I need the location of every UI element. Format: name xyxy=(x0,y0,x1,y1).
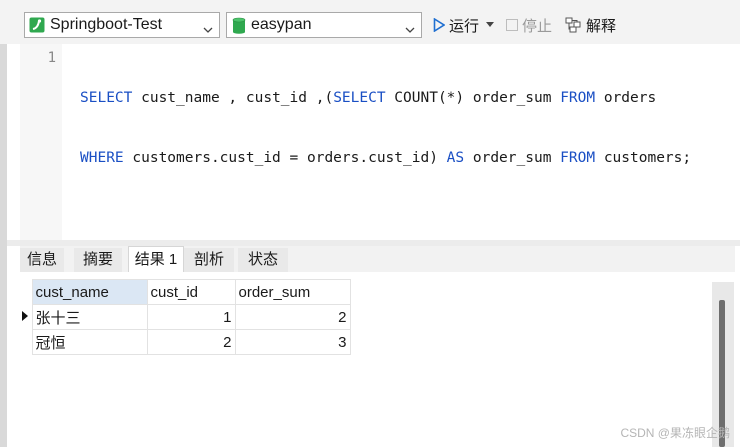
header-row: cust_name cust_id order_sum xyxy=(20,279,351,305)
sql-text: customers.cust_id = orders.cust_id) xyxy=(123,150,447,166)
row-indicator xyxy=(20,329,33,355)
stop-button[interactable]: 停止 xyxy=(506,12,552,38)
run-dropdown-icon[interactable] xyxy=(486,22,498,28)
line-number: 1 xyxy=(47,50,56,66)
run-label: 运行 xyxy=(449,17,480,35)
sql-text: orders xyxy=(595,90,657,106)
cell-order-sum[interactable]: 2 xyxy=(234,304,351,330)
tab-status[interactable]: 状态 xyxy=(238,248,288,272)
stop-label: 停止 xyxy=(522,17,553,35)
sql-editor[interactable]: 1 SELECT cust_name , cust_id ,(SELECT CO… xyxy=(20,44,735,240)
connection-icon xyxy=(29,17,45,33)
tab-profile[interactable]: 剖析 xyxy=(184,248,234,272)
connection-label: Springboot-Test xyxy=(50,16,163,33)
vertical-scrollbar[interactable] xyxy=(712,282,734,447)
tab-info[interactable]: 信息 xyxy=(20,248,64,272)
sql-keyword: SELECT xyxy=(333,90,386,106)
tab-result-1[interactable]: 结果 1 xyxy=(128,246,184,273)
table-row[interactable]: 冠恒 2 3 xyxy=(20,329,351,355)
sql-keyword: FROM xyxy=(560,150,596,166)
column-header-cust-id[interactable]: cust_id xyxy=(146,279,236,305)
run-button[interactable]: 运行 xyxy=(433,12,498,38)
code-line-2: WHERE customers.cust_id = orders.cust_id… xyxy=(80,148,691,168)
sql-text: cust_name , cust_id ,( xyxy=(132,90,334,106)
stop-icon xyxy=(506,19,518,31)
cell-order-sum[interactable]: 3 xyxy=(234,329,351,355)
cell-cust-id[interactable]: 2 xyxy=(146,329,236,355)
explain-button[interactable]: 解释 xyxy=(565,12,616,38)
result-tabs: 信息 摘要 结果 1 剖析 状态 xyxy=(20,246,735,273)
row-indicator-header xyxy=(20,279,32,305)
column-header-cust-name[interactable]: cust_name xyxy=(31,279,148,305)
chevron-down-icon xyxy=(405,21,415,37)
sql-code[interactable]: SELECT cust_name , cust_id ,(SELECT COUN… xyxy=(80,48,691,208)
sql-keyword: SELECT xyxy=(80,90,133,106)
connection-select[interactable]: Springboot-Test xyxy=(24,12,220,38)
cell-cust-name[interactable]: 冠恒 xyxy=(31,329,148,355)
column-header-order-sum[interactable]: order_sum xyxy=(234,279,351,305)
code-line-1: SELECT cust_name , cust_id ,(SELECT COUN… xyxy=(80,88,691,108)
table-row[interactable]: 张十三 1 2 xyxy=(20,304,351,330)
sql-keyword: FROM xyxy=(560,90,596,106)
explain-icon xyxy=(565,17,581,33)
explain-label: 解释 xyxy=(586,17,617,35)
left-edge-bar xyxy=(0,0,7,447)
database-select[interactable]: easypan xyxy=(226,12,422,38)
database-icon xyxy=(232,17,246,34)
line-number-gutter: 1 xyxy=(20,44,62,240)
sql-text: customers; xyxy=(595,150,692,166)
sql-keyword: AS xyxy=(446,150,465,166)
database-label: easypan xyxy=(251,16,312,33)
play-icon xyxy=(433,18,445,32)
query-toolbar: Springboot-Test easypan 运行 停止 解释 xyxy=(0,0,740,44)
current-row-indicator-icon xyxy=(20,304,33,330)
sql-keyword: WHERE xyxy=(80,150,124,166)
sql-text: COUNT(*) order_sum xyxy=(385,90,561,106)
tab-summary[interactable]: 摘要 xyxy=(74,248,122,272)
cell-cust-id[interactable]: 1 xyxy=(146,304,236,330)
sql-text: order_sum xyxy=(464,150,561,166)
watermark: CSDN @果冻眼企鹅 xyxy=(620,426,730,440)
cell-cust-name[interactable]: 张十三 xyxy=(31,304,148,330)
result-grid-panel: cust_name cust_id order_sum 张十三 1 2 冠恒 2… xyxy=(20,272,735,447)
chevron-down-icon xyxy=(203,21,213,37)
result-table[interactable]: cust_name cust_id order_sum 张十三 1 2 冠恒 2… xyxy=(20,279,351,355)
